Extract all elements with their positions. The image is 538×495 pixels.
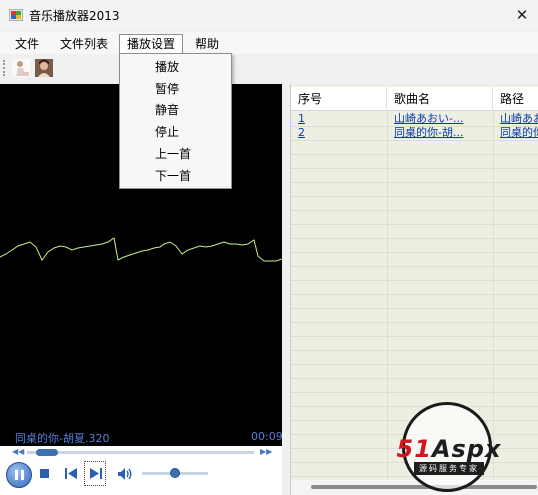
elapsed-time: 00:09: [251, 430, 283, 443]
rewind-icon[interactable]: ◀◀: [12, 447, 24, 456]
close-icon: ✕: [515, 6, 529, 24]
menu-item-mute[interactable]: 静音: [155, 100, 179, 120]
watermark-subtitle: 源码服务专家: [414, 462, 484, 475]
menu-item-previous[interactable]: 上一首: [155, 144, 191, 164]
window-title: 音乐播放器2013: [29, 9, 120, 23]
menu-help[interactable]: 帮助: [188, 34, 226, 54]
now-playing-label: 同桌的你-胡夏.320: [15, 432, 110, 445]
seek-track[interactable]: [27, 451, 254, 454]
menu-item-pause[interactable]: 暂停: [155, 79, 179, 99]
menu-file-list[interactable]: 文件列表: [53, 34, 115, 54]
playlist-header: 序号 歌曲名 路径: [291, 87, 538, 111]
stop-button[interactable]: [40, 469, 49, 478]
toolbar: [0, 56, 538, 82]
row-song-name: 山崎あおい-...: [394, 112, 464, 125]
transport-controls: [0, 460, 282, 495]
menu-bar: 文件 文件列表 播放设置 帮助: [0, 32, 538, 54]
menu-item-play[interactable]: 播放: [155, 57, 179, 77]
column-path[interactable]: 路径: [493, 87, 538, 111]
splitter[interactable]: [282, 84, 290, 495]
row-index: 1: [298, 112, 305, 125]
next-track-button[interactable]: [89, 467, 103, 480]
seek-bar: ◀◀ ▶▶: [0, 446, 282, 460]
photo-icon[interactable]: [35, 59, 53, 77]
previous-track-button[interactable]: [64, 467, 78, 480]
seek-thumb[interactable]: [36, 449, 59, 456]
column-index[interactable]: 序号: [291, 87, 387, 111]
menu-item-stop[interactable]: 停止: [155, 122, 179, 142]
toolbar-grip[interactable]: [3, 60, 6, 76]
volume-thumb[interactable]: [170, 468, 180, 478]
volume-icon[interactable]: [117, 467, 133, 481]
row-song-name: 同桌的你-胡...: [394, 126, 464, 139]
close-button[interactable]: ✕: [506, 0, 538, 30]
column-song-name[interactable]: 歌曲名: [387, 87, 493, 111]
menu-playback-settings[interactable]: 播放设置: [119, 34, 184, 54]
title-bar: 音乐播放器2013 ✕: [0, 0, 538, 30]
playback-settings-menu: 播放 暂停 静音 停止 上一首 下一首: [119, 53, 232, 189]
row-path: 山崎あお: [500, 112, 538, 125]
row-path: 同桌的你: [500, 126, 538, 139]
row-index: 2: [298, 126, 305, 139]
table-row[interactable]: 1 山崎あおい-... 山崎あお: [291, 112, 538, 126]
person-icon[interactable]: [12, 59, 30, 77]
pause-icon: [14, 470, 18, 480]
table-row[interactable]: 2 同桌的你-胡... 同桌的你: [291, 126, 538, 140]
menu-file[interactable]: 文件: [8, 34, 46, 54]
app-icon: [9, 9, 23, 21]
pause-button[interactable]: [6, 462, 32, 488]
fast-forward-icon[interactable]: ▶▶: [260, 447, 272, 456]
music-player-window: 音乐播放器2013 ✕ 文件 文件列表 播放设置 帮助 同桌的你-胡夏.320 …: [0, 0, 538, 495]
menu-item-next[interactable]: 下一首: [155, 166, 191, 186]
watermark-logo: 51Aspx 源码服务专家: [388, 402, 510, 495]
watermark-text: 51Aspx: [396, 435, 502, 463]
